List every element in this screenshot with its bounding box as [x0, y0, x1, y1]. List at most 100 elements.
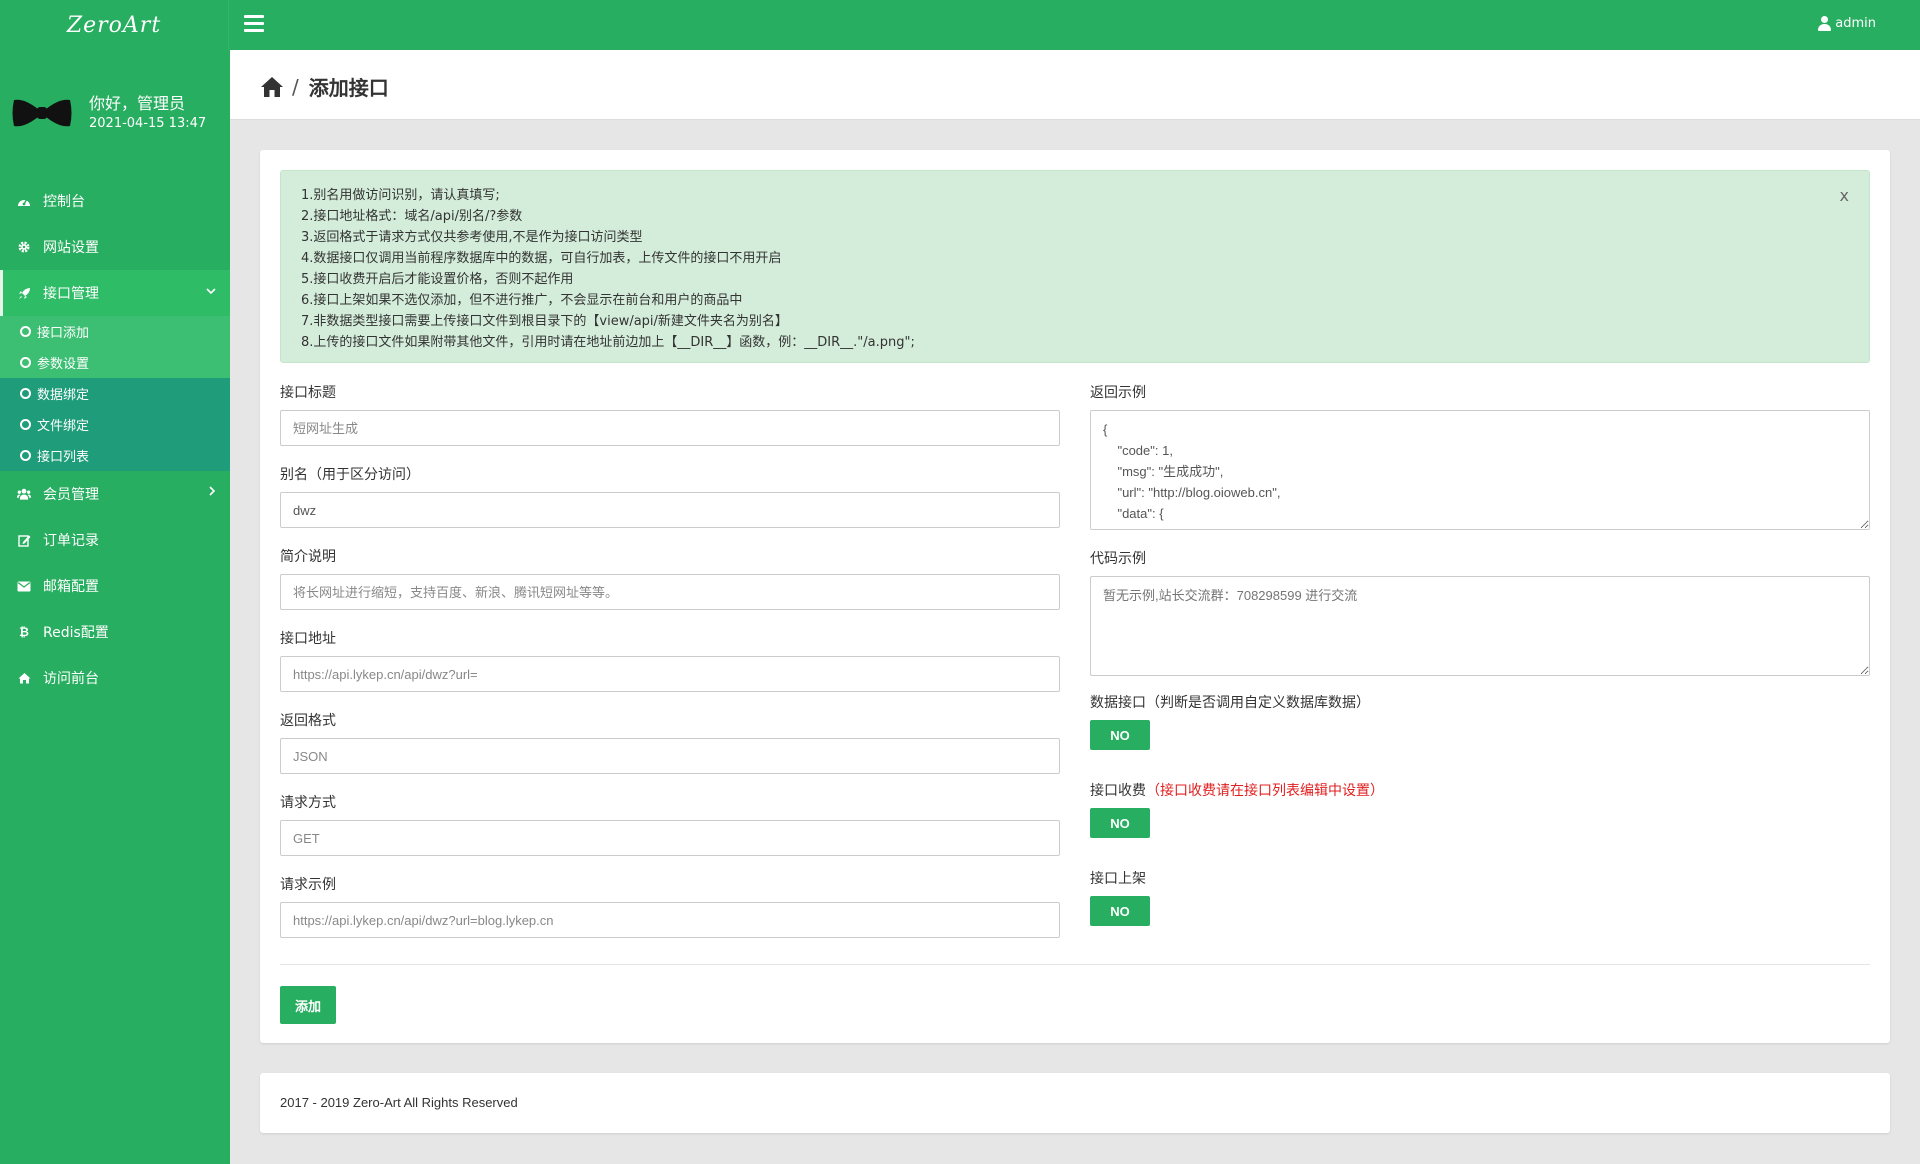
add-button[interactable]: 添加 — [280, 986, 336, 1024]
page-header: / 添加接口 — [230, 50, 1920, 120]
api-url-input[interactable] — [280, 656, 1060, 692]
submenu-item-add-api[interactable]: 接口添加 — [0, 316, 230, 347]
title-label: 接口标题 — [280, 385, 336, 401]
envelope-icon — [17, 579, 31, 593]
charge-toggle[interactable]: NO — [1090, 808, 1150, 838]
charge-note: （接口收费请在接口列表编辑中设置） — [1146, 783, 1384, 799]
circle-icon — [20, 419, 31, 430]
sidebar-item-label: 接口管理 — [43, 286, 99, 302]
alert-line: 1.别名用做访问识别，请认真填写; — [301, 188, 500, 203]
sidebar-item-visit-frontend[interactable]: 访问前台 — [0, 655, 230, 701]
request-method-input[interactable] — [280, 820, 1060, 856]
code-example-label: 代码示例 — [1090, 551, 1146, 567]
circle-icon — [20, 388, 31, 399]
sidebar-item-mail-config[interactable]: 邮箱配置 — [0, 563, 230, 609]
description-input[interactable] — [280, 574, 1060, 610]
sidebar-item-redis-config[interactable]: ₿ Redis配置 — [0, 609, 230, 655]
menu-toggle-icon[interactable] — [244, 15, 264, 33]
sidebar-item-label: 访问前台 — [43, 671, 99, 687]
breadcrumb-separator: / — [292, 74, 299, 99]
avatar — [12, 99, 72, 127]
alert-line: 5.接口收费开启后才能设置价格，否则不起作用 — [301, 272, 574, 287]
alert-line: 7.非数据类型接口需要上传接口文件到根目录下的【view/api/新建文件夹名为… — [301, 314, 788, 329]
chevron-right-icon — [208, 485, 216, 499]
code-example-textarea[interactable] — [1090, 576, 1870, 676]
profile: 你好，管理员 2021-04-15 13:47 — [0, 50, 230, 150]
request-example-input[interactable] — [280, 902, 1060, 938]
alert-line: 3.返回格式于请求方式仅共参考使用,不是作为接口访问类型 — [301, 230, 643, 245]
info-alert: 1.别名用做访问识别，请认真填写; 2.接口地址格式：域名/api/别名/?参数… — [280, 170, 1870, 363]
dashboard-icon — [17, 194, 31, 208]
alert-line: 6.接口上架如果不选仅添加，但不进行推广，不会显示在前台和用户的商品中 — [301, 293, 743, 308]
users-icon — [17, 487, 31, 501]
alert-line: 8.上传的接口文件如果附带其他文件，引用时请在地址前边加上【__DIR__】函数… — [301, 335, 915, 350]
api-url-label: 接口地址 — [280, 631, 336, 647]
circle-icon — [20, 357, 31, 368]
return-format-label: 返回格式 — [280, 713, 336, 729]
submenu-item-label: 数据绑定 — [37, 388, 90, 403]
sidebar-item-orders[interactable]: 订单记录 — [0, 517, 230, 563]
sidebar-item-label: 订单记录 — [43, 533, 99, 549]
description-label: 简介说明 — [280, 549, 336, 565]
sidebar-item-dashboard[interactable]: 控制台 — [0, 178, 230, 224]
edit-icon — [17, 533, 31, 547]
request-example-label: 请求示例 — [280, 877, 336, 893]
bitcoin-icon: ₿ — [19, 625, 29, 639]
home-icon[interactable] — [260, 76, 284, 98]
submenu-api: 接口添加 参数设置 数据绑定 文件绑定 接口列表 — [0, 316, 230, 471]
home-icon — [17, 671, 31, 685]
publish-toggle[interactable]: NO — [1090, 896, 1150, 926]
circle-icon — [20, 326, 31, 337]
charge-label-row: 接口收费（接口收费请在接口列表编辑中设置） — [1090, 780, 1384, 800]
rocket-icon — [17, 286, 31, 300]
sidebar-item-label: 会员管理 — [43, 487, 99, 503]
sidebar-item-label: 网站设置 — [43, 240, 99, 256]
user-menu[interactable]: admin — [1818, 16, 1876, 31]
charge-label: 接口收费 — [1090, 783, 1146, 799]
greeting: 你好，管理员 — [89, 94, 186, 113]
alert-line: 4.数据接口仅调用当前程序数据库中的数据，可自行加表，上传文件的接口不用开启 — [301, 251, 782, 266]
alert-line: 2.接口地址格式：域名/api/别名/?参数 — [301, 209, 523, 224]
sidebar-item-label: 控制台 — [43, 194, 85, 210]
submenu-item-label: 文件绑定 — [37, 419, 90, 434]
gear-icon — [17, 240, 31, 254]
sidebar-item-label: 邮箱配置 — [43, 579, 99, 595]
sidebar-item-api-management[interactable]: 接口管理 — [0, 270, 230, 316]
sidebar-item-members[interactable]: 会员管理 — [0, 471, 230, 517]
login-time: 2021-04-15 13:47 — [89, 116, 207, 131]
footer: 2017 - 2019 Zero-Art All Rights Reserved — [260, 1073, 1890, 1133]
submenu-item-label: 参数设置 — [37, 357, 90, 372]
submenu-item-label: 接口列表 — [37, 450, 90, 465]
page-title: 添加接口 — [308, 76, 389, 100]
alert-close-button[interactable]: x — [1840, 185, 1849, 206]
sidebar-item-label: Redis配置 — [43, 625, 109, 641]
form-card: 1.别名用做访问识别，请认真填写; 2.接口地址格式：域名/api/别名/?参数… — [260, 150, 1890, 1043]
chevron-down-icon — [206, 284, 216, 298]
alias-input[interactable] — [280, 492, 1060, 528]
user-name: admin — [1835, 16, 1876, 31]
data-api-label: 数据接口（判断是否调用自定义数据库数据） — [1090, 695, 1370, 711]
sidebar: 你好，管理员 2021-04-15 13:47 控制台 网站设置 接口管理 接口… — [0, 50, 230, 1164]
sidebar-nav: 控制台 网站设置 接口管理 接口添加 参数设置 数据绑定 文件绑定 接口列表 会… — [0, 178, 230, 701]
title-input[interactable] — [280, 410, 1060, 446]
submenu-item-api-list[interactable]: 接口列表 — [0, 440, 230, 471]
submenu-item-data-binding[interactable]: 数据绑定 — [0, 378, 230, 409]
copyright-text: 2017 - 2019 Zero-Art All Rights Reserved — [280, 1095, 518, 1110]
submenu-item-param-settings[interactable]: 参数设置 — [0, 347, 230, 378]
data-api-toggle[interactable]: NO — [1090, 720, 1150, 750]
user-icon — [1818, 16, 1832, 31]
app-logo: ZeroArt — [66, 12, 162, 38]
submenu-item-file-binding[interactable]: 文件绑定 — [0, 409, 230, 440]
top-bar: ZeroArt admin — [0, 0, 1920, 50]
request-method-label: 请求方式 — [280, 795, 336, 811]
publish-label: 接口上架 — [1090, 871, 1146, 887]
logo-area[interactable]: ZeroArt — [0, 0, 229, 50]
alias-label: 别名（用于区分访问） — [280, 467, 420, 483]
return-example-textarea[interactable] — [1090, 410, 1870, 530]
breadcrumb: / 添加接口 — [260, 72, 389, 101]
return-format-input[interactable] — [280, 738, 1060, 774]
sidebar-item-site-settings[interactable]: 网站设置 — [0, 224, 230, 270]
submenu-item-label: 接口添加 — [37, 326, 90, 341]
divider — [280, 964, 1870, 965]
circle-icon — [20, 450, 31, 461]
